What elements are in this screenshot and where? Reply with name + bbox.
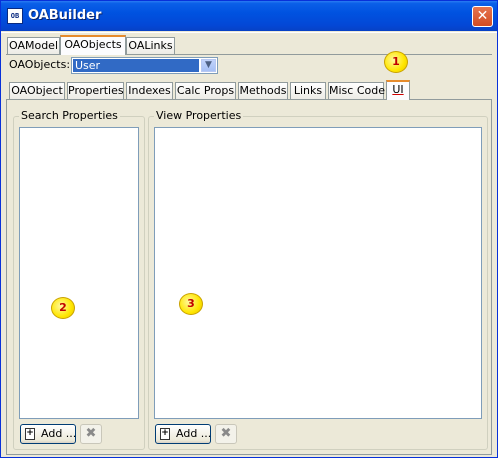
callout-marker-1: 1 [384,51,408,73]
tab-oaobject[interactable]: OAObject [9,82,65,99]
tab-ui[interactable]: UI [386,80,410,100]
tab-properties[interactable]: Properties [67,82,124,99]
tab-indexes[interactable]: Indexes [126,82,173,99]
oaobjects-combobox[interactable]: User ▼ [71,57,218,74]
search-add-button[interactable]: + Add ... [20,424,76,444]
tab-oalinks[interactable]: OALinks [126,37,175,54]
view-properties-list[interactable] [154,127,482,419]
search-remove-button[interactable]: ✖ [80,424,102,444]
title-bar[interactable]: OB OABuilder ✕ [1,1,497,31]
tab-misc-code[interactable]: Misc Code [328,82,385,99]
view-add-label: Add ... [176,427,212,440]
title-divider [1,32,497,33]
oaobjects-label: OAObjects: [9,58,71,71]
add-document-icon: + [25,428,35,440]
search-properties-list[interactable] [19,127,139,419]
search-add-label: Add ... [41,427,77,440]
callout-marker-2: 2 [51,297,75,319]
window-title: OABuilder [28,8,102,23]
tab-oamodel[interactable]: OAModel [7,37,60,54]
callout-marker-3: 3 [179,293,203,315]
oabuilder-window: OB OABuilder ✕ OAModel OAObjects OALinks… [0,0,498,458]
ui-tab-content: Search Properties + Add ... ✖ View Prope… [6,99,492,455]
dropdown-arrow-icon[interactable]: ▼ [201,59,216,72]
tab-calc-props[interactable]: Calc Props [175,82,236,99]
app-icon: OB [7,8,23,24]
view-remove-button[interactable]: ✖ [215,424,237,444]
tab-oaobjects[interactable]: OAObjects [60,35,126,55]
tab-links[interactable]: Links [290,82,326,99]
view-properties-group: View Properties + Add ... ✖ [148,109,488,450]
close-button[interactable]: ✕ [472,6,493,27]
view-add-button[interactable]: + Add ... [155,424,211,444]
search-properties-group: Search Properties + Add ... ✖ [13,109,145,450]
oaobjects-selected-value: User [73,59,199,72]
add-document-icon: + [160,428,170,440]
view-properties-title: View Properties [154,109,244,122]
search-properties-title: Search Properties [19,109,120,122]
tab-methods[interactable]: Methods [238,82,288,99]
